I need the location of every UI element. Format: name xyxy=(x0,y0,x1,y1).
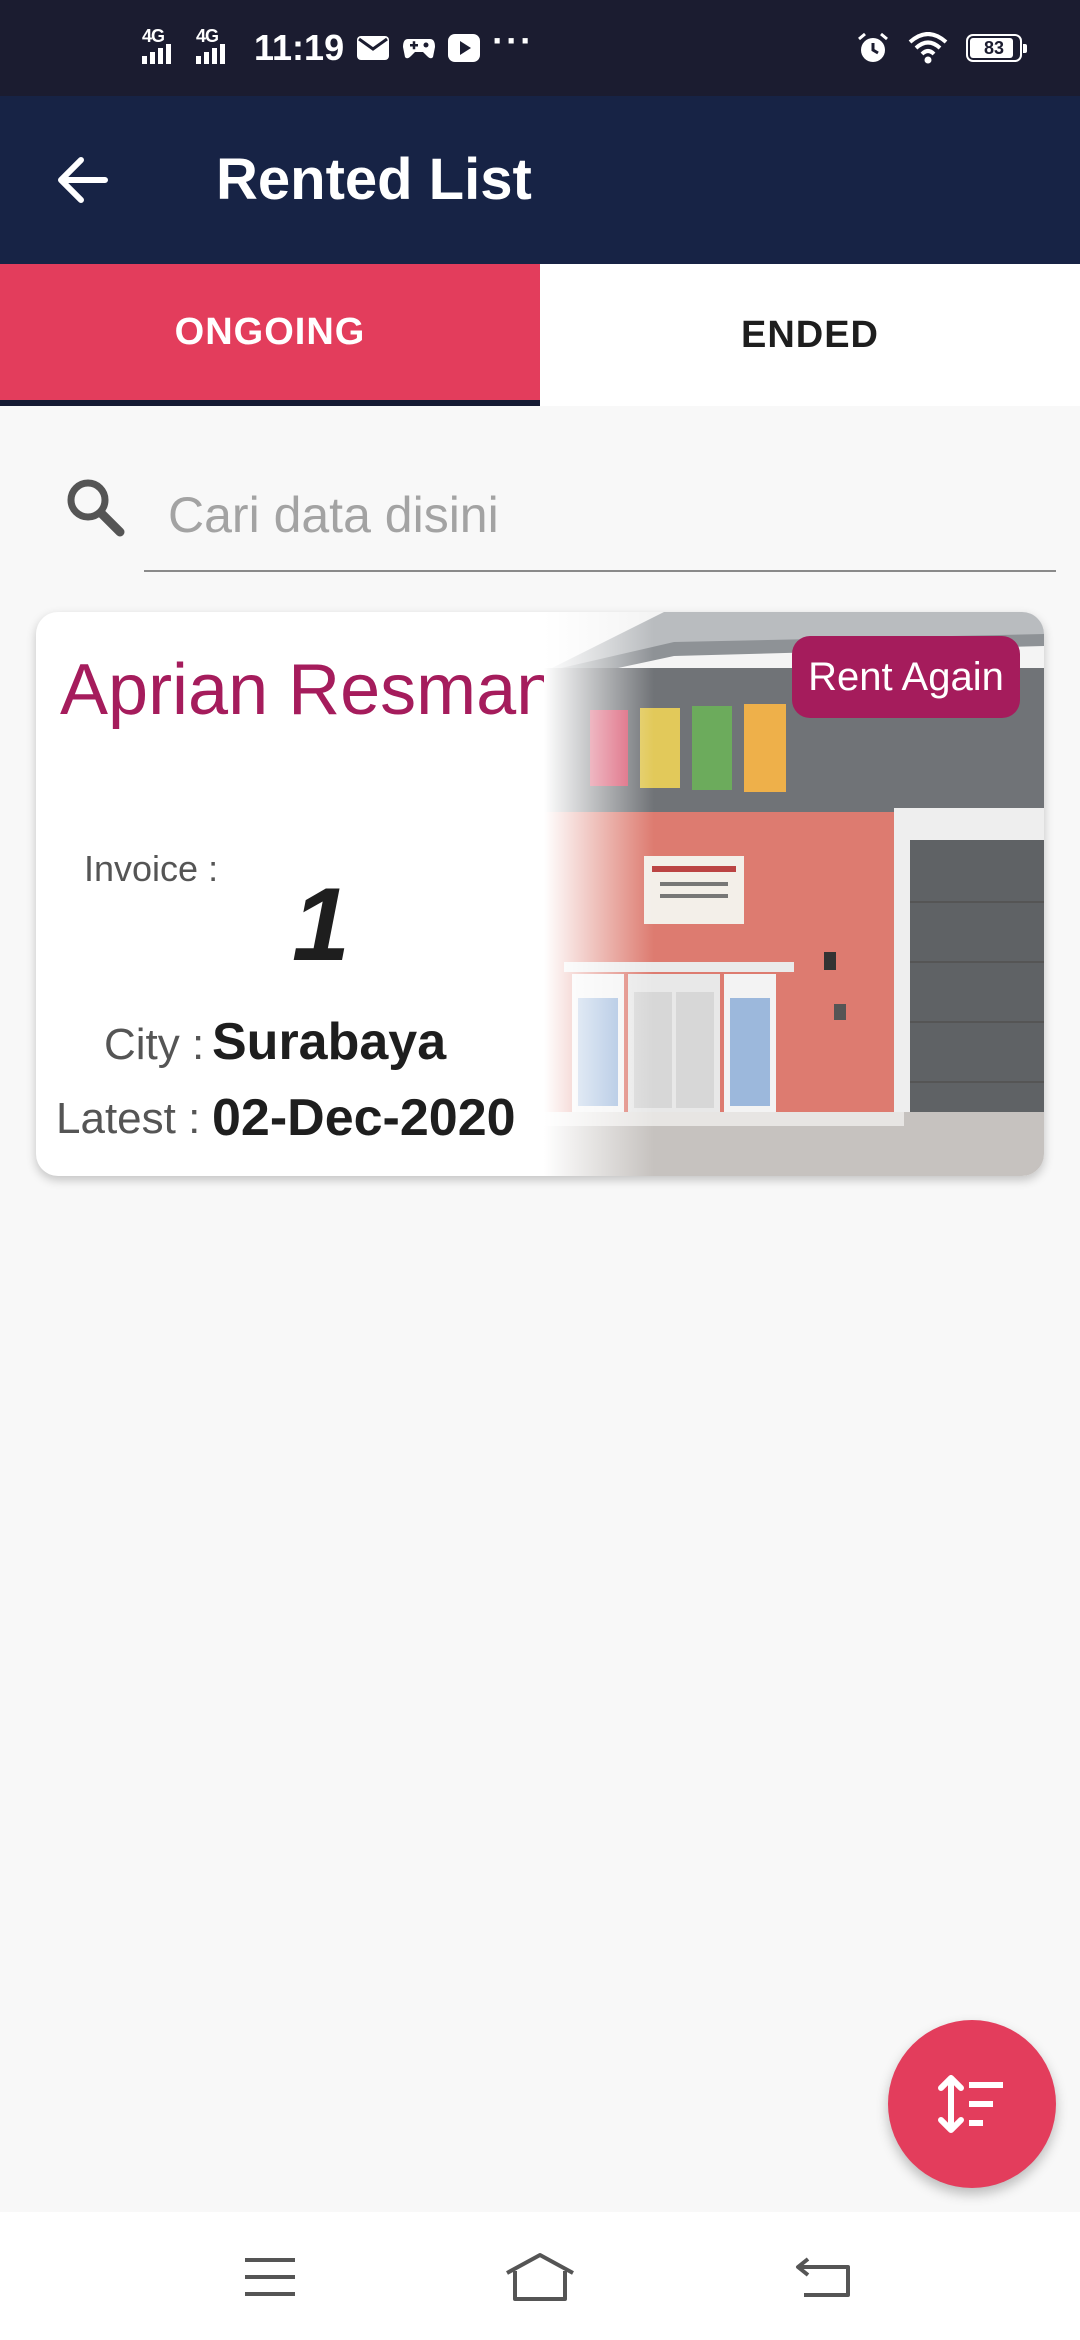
mail-icon xyxy=(356,35,390,61)
rent-again-button[interactable]: Rent Again xyxy=(792,636,1020,718)
search-input[interactable] xyxy=(144,460,1056,572)
more-dots-icon: ··· xyxy=(492,20,535,61)
back-nav-button[interactable] xyxy=(784,2242,864,2312)
arrow-left-icon xyxy=(58,157,108,203)
status-time: 11:19 xyxy=(254,27,345,68)
home-icon xyxy=(506,2253,574,2301)
back-icon xyxy=(796,2257,850,2297)
game-controller-icon xyxy=(402,35,436,61)
sort-icon xyxy=(938,2075,1003,2133)
status-right: 83 xyxy=(856,0,1027,96)
wifi-icon xyxy=(908,32,948,64)
search-icon xyxy=(67,479,125,537)
app-bar: Rented List xyxy=(0,96,1080,264)
status-bar: 4G 4G 11:19 ··· 83 xyxy=(0,0,1080,96)
tab-ended[interactable]: ENDED xyxy=(540,264,1080,406)
tab-bar: ONGOING ENDED xyxy=(0,264,1080,406)
status-left: 4G 4G 11:19 ··· xyxy=(142,0,534,96)
menu-button[interactable] xyxy=(230,2242,310,2312)
latest-date: 02-Dec-2020 xyxy=(212,1089,516,1147)
signal-2-icon: 4G xyxy=(196,26,238,68)
youtube-icon xyxy=(448,34,481,62)
system-nav-bar xyxy=(0,2212,1080,2340)
sort-fab-button[interactable] xyxy=(888,2020,1056,2188)
invoice-value: 1 xyxy=(292,867,350,983)
latest-label: Latest : xyxy=(56,1094,201,1143)
alarm-icon xyxy=(856,31,890,65)
tenant-name: Aprian Resman xyxy=(60,650,557,730)
city-label: City : xyxy=(104,1020,205,1069)
city-value: Surabaya xyxy=(212,1013,447,1071)
menu-icon xyxy=(245,2258,295,2296)
image-fade xyxy=(544,612,654,1176)
invoice-label: Invoice : xyxy=(84,848,219,889)
signal-1-icon: 4G xyxy=(142,26,184,68)
rental-card[interactable]: Aprian Resman Invoice : 1 City : Surabay… xyxy=(36,612,1044,1176)
back-button[interactable] xyxy=(50,148,114,212)
home-button[interactable] xyxy=(500,2242,580,2312)
battery-icon: 83 xyxy=(966,34,1027,62)
battery-percent: 83 xyxy=(983,37,1005,58)
page-title: Rented List xyxy=(216,147,532,212)
tab-ongoing[interactable]: ONGOING xyxy=(0,264,540,406)
